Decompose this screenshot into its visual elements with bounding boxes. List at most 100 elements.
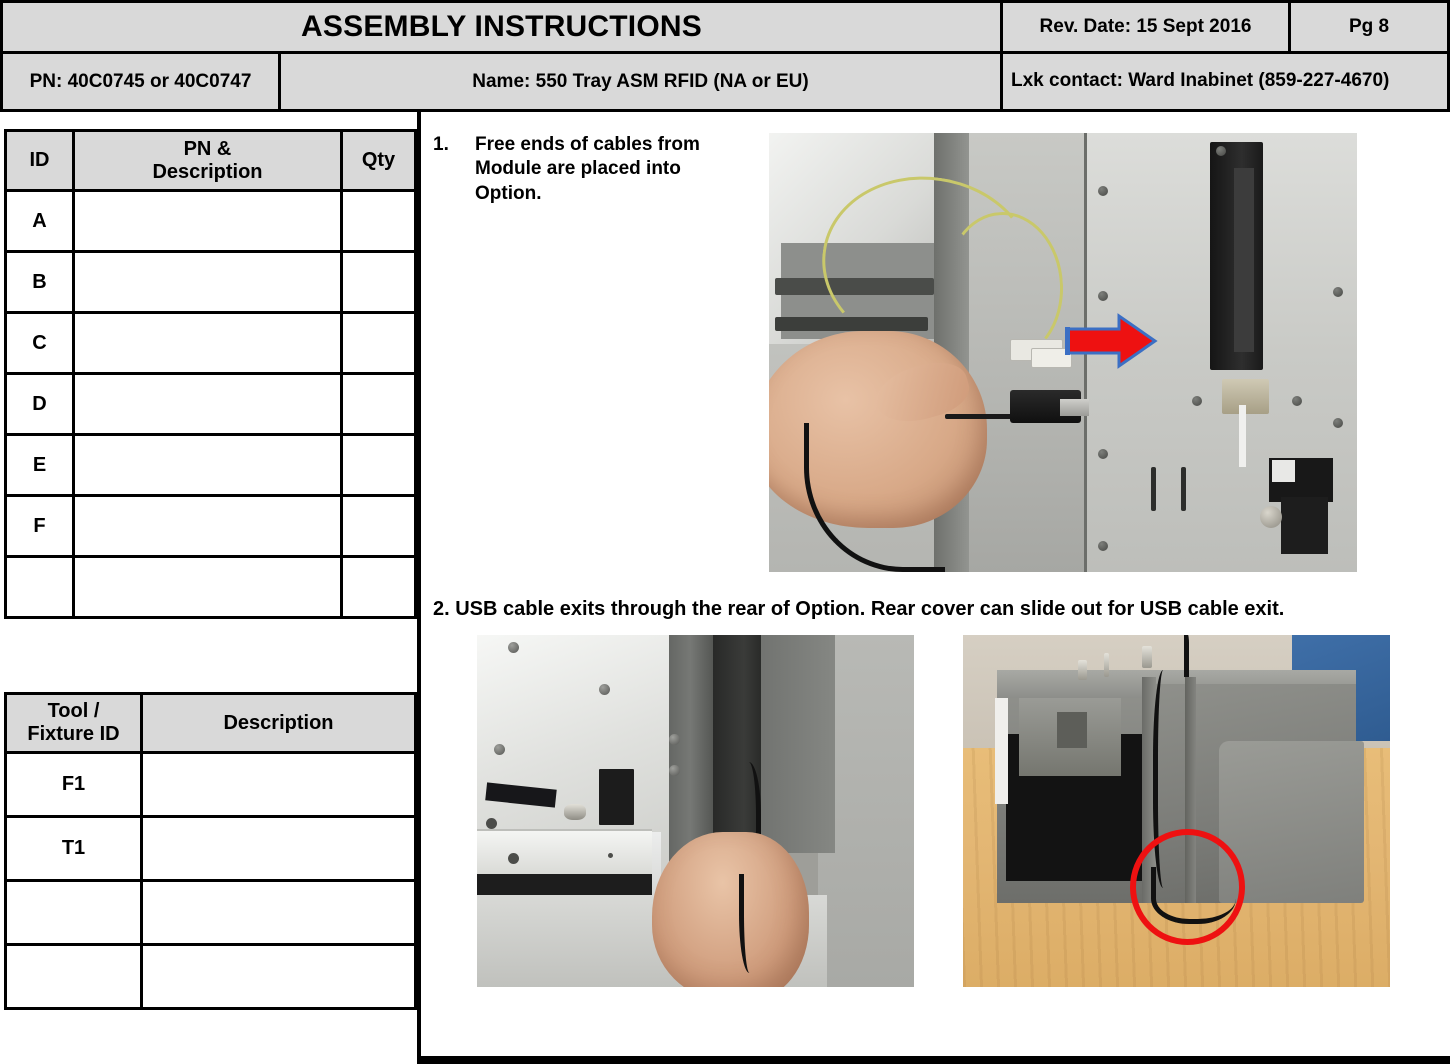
assembly-name: Name: 550 Tray ASM RFID (NA or EU) [281, 54, 1003, 109]
tool-header-id-line1: Tool / [47, 700, 100, 722]
photo3-pin [1142, 645, 1153, 668]
table-row[interactable]: C [4, 311, 417, 375]
photo1-screw [1098, 185, 1109, 196]
tool-header-id-line2: Fixture ID [27, 723, 120, 745]
parts-row-description[interactable] [72, 311, 343, 375]
header-row-bottom: PN: 40C0745 or 40C0747 Name: 550 Tray AS… [3, 54, 1447, 109]
tool-row-description[interactable] [140, 943, 417, 1010]
tool-row-description[interactable] [140, 815, 417, 882]
table-row[interactable]: A [4, 189, 417, 253]
red-circle-annotation [1129, 828, 1245, 945]
table-row[interactable]: T1 [4, 815, 417, 882]
parts-table: ID PN & Description Qty A B C D E F [4, 129, 417, 619]
photo1-white-block [1271, 460, 1296, 482]
parts-row-qty[interactable] [340, 433, 417, 497]
parts-header-qty: Qty [340, 129, 417, 192]
table-row[interactable] [4, 879, 417, 946]
parts-row-qty[interactable] [340, 494, 417, 558]
photo1-black-block-2 [1280, 497, 1328, 555]
table-row[interactable] [4, 943, 417, 1010]
photo1-usb-plug-tip [1060, 398, 1090, 417]
parts-header-description: PN & Description [72, 129, 343, 192]
photo1-black-rail-inner [1233, 168, 1254, 353]
page-number: Pg 8 [1291, 3, 1447, 51]
parts-row-description[interactable] [72, 494, 343, 558]
step-2-photos [421, 621, 1450, 987]
parts-row-qty[interactable] [340, 372, 417, 436]
parts-row-id: B [4, 250, 75, 314]
tool-row-id: T1 [4, 815, 143, 882]
parts-row-description[interactable] [72, 250, 343, 314]
tool-row-description[interactable] [140, 879, 417, 946]
photo2-screw [669, 733, 681, 745]
photo1-white-strip [1239, 405, 1247, 467]
document-header: ASSEMBLY INSTRUCTIONS Rev. Date: 15 Sept… [0, 0, 1450, 112]
left-column: ID PN & Description Qty A B C D E F Tool… [0, 112, 417, 1064]
tool-header-id: Tool / Fixture ID [4, 692, 143, 754]
table-row[interactable]: D [4, 372, 417, 436]
tool-table-wrapper: Tool / Fixture ID Description F1 T1 [4, 692, 417, 1010]
parts-row-id: C [4, 311, 75, 375]
photo1-vent-slot [1180, 466, 1186, 511]
step-1-number: 1. [433, 134, 449, 155]
step-2-photo-right [963, 635, 1390, 987]
step-1-text-wrapper: 1. Free ends of cables from Module are p… [421, 133, 751, 206]
photo3-inner-cutout [1056, 712, 1087, 748]
photo2-rail-black [477, 874, 652, 896]
document-title: ASSEMBLY INSTRUCTIONS [3, 3, 1003, 51]
parts-header-description-line1: PN & [183, 137, 232, 160]
tool-table-header-row: Tool / Fixture ID Description [4, 692, 417, 754]
parts-header-description-line2: Description [152, 160, 263, 183]
step-2-text: 2. USB cable exits through the rear of O… [433, 598, 1285, 620]
photo2-screw [507, 642, 519, 654]
photo2-hole [507, 853, 519, 865]
document-body: ID PN & Description Qty A B C D E F Tool… [0, 112, 1450, 1064]
header-row-top: ASSEMBLY INSTRUCTIONS Rev. Date: 15 Sept… [3, 3, 1447, 54]
parts-row-id: F [4, 494, 75, 558]
photo3-left-cap [995, 698, 1008, 804]
parts-row-description[interactable] [72, 189, 343, 253]
photo2-black-clip [599, 768, 635, 826]
photo2-hole [485, 818, 497, 830]
parts-row-description[interactable] [72, 555, 343, 619]
contact-info: Lxk contact: Ward Inabinet (859-227-4670… [1003, 54, 1447, 109]
parts-table-header-row: ID PN & Description Qty [4, 129, 417, 192]
parts-row-id: E [4, 433, 75, 497]
parts-row-description[interactable] [72, 372, 343, 436]
part-number: PN: 40C0745 or 40C0747 [3, 54, 281, 109]
table-row[interactable]: F1 [4, 751, 417, 818]
photo2-metal-pin [564, 803, 587, 820]
tool-row-id[interactable] [4, 879, 143, 946]
photo2-rear-cover-light [747, 635, 836, 854]
photo1-metal-pin [1259, 506, 1282, 529]
step-1-text: Free ends of cables from Module are plac… [475, 134, 700, 204]
parts-row-description[interactable] [72, 433, 343, 497]
step-2-photo-left [477, 635, 914, 987]
table-row[interactable]: E [4, 433, 417, 497]
revision-date: Rev. Date: 15 Sept 2016 [1003, 3, 1291, 51]
parts-row-qty[interactable] [340, 555, 417, 619]
parts-row-qty[interactable] [340, 250, 417, 314]
photo3-pin [1078, 659, 1088, 680]
photo2-usb-cable-lower [739, 874, 756, 973]
step-1-block: 1. Free ends of cables from Module are p… [421, 112, 1450, 572]
tool-fixture-table: Tool / Fixture ID Description F1 T1 [4, 692, 417, 1010]
photo3-pin [1103, 652, 1109, 677]
table-row[interactable]: B [4, 250, 417, 314]
tool-row-description[interactable] [140, 751, 417, 818]
tool-row-id: F1 [4, 751, 143, 818]
photo2-hand [651, 832, 810, 987]
tool-header-description: Description [140, 692, 417, 754]
instructions-panel: 1. Free ends of cables from Module are p… [417, 112, 1450, 1064]
panel-bottom-border [421, 1056, 1450, 1060]
parts-row-qty[interactable] [340, 189, 417, 253]
parts-row-qty[interactable] [340, 311, 417, 375]
step-1-photo [769, 133, 1357, 572]
red-arrow-annotation [1063, 313, 1158, 369]
photo1-screw [1215, 146, 1226, 157]
parts-row-id[interactable] [4, 555, 75, 619]
tool-row-id[interactable] [4, 943, 143, 1010]
table-row[interactable]: F [4, 494, 417, 558]
parts-row-id: A [4, 189, 75, 253]
table-row[interactable] [4, 555, 417, 619]
